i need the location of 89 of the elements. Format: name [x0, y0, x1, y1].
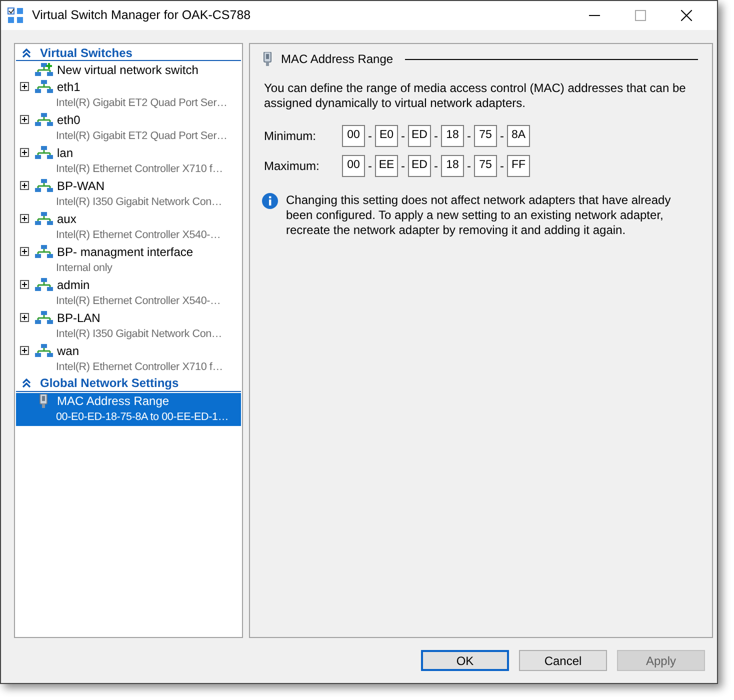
item-label: eth1 — [57, 78, 80, 95]
item-detail: 00-E0-ED-18-75-8A to 00-EE-ED-1… — [56, 411, 228, 423]
octet-field[interactable]: ED — [408, 125, 431, 147]
network-switch-icon — [35, 244, 53, 259]
item-detail: Intel(R) Ethernet Controller X540-… — [56, 229, 221, 241]
tree-item[interactable]: eth0 Intel(R) Gigabit ET2 Quad Port Ser… — [16, 112, 241, 144]
item-detail: Intel(R) Gigabit ET2 Quad Port Ser… — [56, 97, 228, 109]
separator-text: - — [466, 158, 472, 175]
tree-item[interactable]: eth1 Intel(R) Gigabit ET2 Quad Port Ser… — [16, 78, 241, 112]
expand-icon[interactable] — [20, 181, 29, 190]
item-detail: Intel(R) I350 Gigabit Network Con… — [56, 196, 222, 208]
item-label: admin — [57, 276, 90, 293]
section-header[interactable]: Virtual Switches — [40, 44, 132, 62]
item-label: aux — [57, 210, 76, 227]
separator-text: - — [433, 128, 439, 145]
octet-field[interactable]: EE — [375, 155, 398, 177]
expand-icon[interactable] — [20, 346, 29, 356]
octet-field[interactable]: 75 — [474, 125, 497, 147]
separator-text: - — [367, 128, 373, 145]
item-detail: Intel(R) Ethernet Controller X540-… — [56, 295, 221, 307]
item-detail: Intel(R) Ethernet Controller X710 f… — [56, 361, 223, 373]
field-label: Maximum: — [264, 158, 320, 175]
item-label: MAC Address Range — [57, 392, 170, 409]
network-adapter-icon — [262, 52, 273, 66]
item-detail: Intel(R) Gigabit ET2 Quad Port Ser… — [56, 130, 228, 142]
separator-text: - — [367, 158, 373, 175]
item-label: New virtual network switch — [57, 62, 198, 78]
tree-item[interactable]: wan Intel(R) Ethernet Controller X710 f… — [16, 342, 241, 376]
item-label: BP- managment interface — [57, 244, 194, 260]
close-icon[interactable] — [680, 10, 692, 21]
section-header[interactable]: Global Network Settings — [40, 374, 179, 392]
info-icon — [262, 193, 278, 209]
tree-item[interactable]: MAC Address Range 00-E0-ED-18-75-8A to 00-EE-ED-1… — [16, 392, 241, 426]
separator-text: - — [400, 158, 406, 175]
expand-icon[interactable] — [20, 214, 29, 224]
dialog-button[interactable]: OK — [421, 650, 509, 671]
octet-field[interactable]: 75 — [474, 155, 497, 177]
item-label: lan — [57, 144, 74, 161]
panel-title: MAC Address Range — [281, 51, 394, 68]
window-title: Virtual Switch Manager for OAK-CS788 — [32, 7, 252, 24]
octet-field[interactable]: 8A — [507, 125, 530, 147]
expand-icon[interactable] — [20, 280, 29, 290]
network-switch-icon — [35, 310, 53, 325]
tree-item[interactable]: lan Intel(R) Ethernet Controller X710 f… — [16, 144, 241, 178]
octet-field[interactable]: 18 — [441, 125, 464, 147]
dialog-button[interactable]: Cancel — [519, 650, 607, 671]
tree-item[interactable]: BP-WAN Intel(R) I350 Gigabit Network Con… — [16, 178, 241, 210]
description-text: You can define the range of media access control (MAC) addresses that can be assigned dynamically to virtual network adapters. — [264, 81, 687, 111]
octet-field[interactable]: 00 — [342, 125, 365, 147]
octet-field[interactable]: E0 — [375, 125, 398, 147]
separator-text: - — [499, 158, 505, 175]
octet-field[interactable]: FF — [507, 155, 530, 177]
collapse-icon[interactable] — [22, 378, 30, 388]
collapse-icon[interactable] — [22, 48, 30, 58]
network-switch-icon — [35, 146, 53, 160]
network-switch-icon — [35, 344, 53, 358]
network-switch-icon — [35, 212, 53, 226]
item-detail: Intel(R) I350 Gigabit Network Con… — [56, 328, 222, 340]
item-label: eth0 — [57, 112, 80, 128]
network-switch-icon — [35, 178, 53, 193]
item-label: BP-LAN — [57, 310, 100, 326]
octet-field[interactable]: 18 — [441, 155, 464, 177]
expand-icon[interactable] — [20, 247, 29, 256]
network-switch-icon — [35, 112, 53, 127]
expand-icon[interactable] — [20, 82, 29, 92]
tree-item[interactable]: BP-LAN Intel(R) I350 Gigabit Network Con… — [16, 310, 241, 342]
item-detail: Intel(R) Ethernet Controller X710 f… — [56, 163, 223, 175]
separator-text: - — [466, 128, 472, 145]
tree-item[interactable]: New virtual network switch — [16, 62, 241, 78]
separator-text: - — [400, 128, 406, 145]
separator-text: - — [433, 158, 439, 175]
item-detail: Internal only — [56, 262, 112, 274]
octet-field[interactable]: 00 — [342, 155, 365, 177]
network-switch-icon — [35, 80, 53, 94]
tree-item[interactable]: aux Intel(R) Ethernet Controller X540-… — [16, 210, 241, 244]
new-switch-icon — [35, 63, 53, 78]
item-label: wan — [57, 342, 80, 359]
tree-item[interactable]: BP- managment interface Internal only — [16, 244, 241, 276]
separator-text: - — [499, 128, 505, 145]
expand-icon[interactable] — [20, 313, 29, 322]
octet-field[interactable]: ED — [408, 155, 431, 177]
network-switch-icon — [35, 278, 53, 292]
tree-item[interactable]: admin Intel(R) Ethernet Controller X540-… — [16, 276, 241, 310]
info-text: Changing this setting does not affect network adapters that have already been configured. To apply a new setting to an existing network adapter, recreate the network adapter by removing it and adding it again. — [286, 193, 672, 238]
item-label: BP-WAN — [57, 178, 105, 194]
app-icon — [7, 7, 24, 24]
field-label: Minimum: — [264, 128, 318, 145]
expand-icon[interactable] — [20, 115, 29, 124]
expand-icon[interactable] — [20, 148, 29, 158]
